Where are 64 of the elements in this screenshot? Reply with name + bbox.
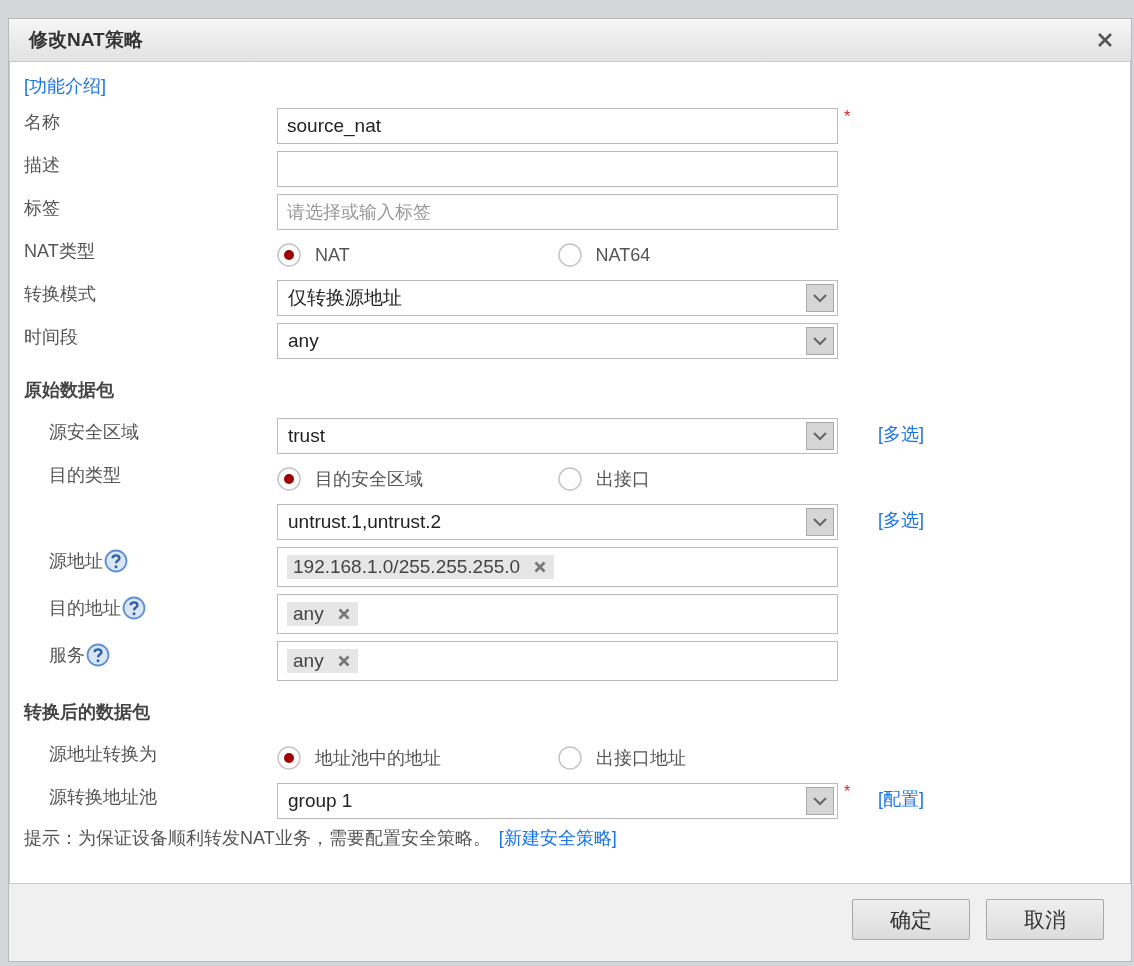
tag-label: any bbox=[293, 650, 324, 672]
field-label: 时间段 bbox=[24, 326, 78, 349]
required-mark: * bbox=[843, 107, 851, 125]
dropdown-field[interactable]: trust bbox=[277, 418, 838, 454]
field-label: 服务 bbox=[49, 644, 85, 667]
multi-select-link[interactable]: [多选] bbox=[878, 510, 924, 530]
chevron-down-icon[interactable] bbox=[806, 284, 834, 312]
dropdown-field[interactable]: any bbox=[277, 323, 838, 359]
dropdown-field[interactable]: untrust.1,untrust.2 bbox=[277, 504, 838, 540]
radio-label: 出接口 bbox=[595, 468, 650, 491]
tag-field[interactable]: any bbox=[277, 641, 838, 681]
radio-button[interactable] bbox=[557, 243, 582, 267]
tag-field[interactable]: 192.168.1.0/255.255.255.0 bbox=[277, 547, 838, 587]
section-title: 原始数据包 bbox=[24, 379, 114, 402]
dialog-title: 修改NAT策略 bbox=[29, 28, 143, 52]
radio-button[interactable] bbox=[557, 746, 582, 770]
field-label: 源地址转换为 bbox=[49, 743, 157, 766]
help-icon[interactable] bbox=[86, 643, 110, 667]
radio-label: NAT bbox=[315, 244, 350, 266]
new-policy-link[interactable]: [新建安全策略] bbox=[498, 826, 617, 850]
radio-label: 出接口地址 bbox=[595, 747, 686, 770]
required-mark: * bbox=[843, 782, 851, 800]
radio-button[interactable] bbox=[277, 243, 301, 267]
remove-icon[interactable] bbox=[337, 655, 350, 667]
chevron-down-icon[interactable] bbox=[806, 422, 834, 450]
chevron-down-icon[interactable] bbox=[806, 508, 834, 536]
field-label: 目的地址 bbox=[49, 597, 121, 620]
multi-select-link[interactable]: [配置] bbox=[878, 789, 924, 809]
radio-label: 地址池中的地址 bbox=[315, 747, 441, 770]
field-label: NAT类型 bbox=[24, 240, 95, 263]
field-label: 源安全区域 bbox=[49, 421, 139, 444]
dialog-button[interactable]: 取消 bbox=[986, 899, 1104, 940]
field-label: 名称 bbox=[24, 111, 60, 134]
multi-select-link[interactable]: [多选] bbox=[878, 424, 924, 444]
radio-button[interactable] bbox=[557, 467, 582, 491]
field-label: 源转换地址池 bbox=[49, 786, 157, 809]
intro-link[interactable]: [功能介绍] bbox=[24, 74, 106, 98]
dialog-button[interactable]: 确定 bbox=[852, 899, 970, 940]
field-label: 描述 bbox=[24, 154, 60, 177]
field-label: 源地址 bbox=[49, 550, 103, 573]
chevron-down-icon[interactable] bbox=[806, 327, 834, 355]
text-field[interactable] bbox=[277, 151, 838, 187]
tag-label: any bbox=[293, 603, 324, 625]
radio-button[interactable] bbox=[277, 467, 301, 491]
tag-label: 192.168.1.0/255.255.255.0 bbox=[293, 556, 521, 578]
help-icon[interactable] bbox=[104, 549, 128, 573]
field-label: 转换模式 bbox=[24, 283, 96, 306]
field-label: 目的类型 bbox=[49, 464, 121, 487]
radio-label: NAT64 bbox=[595, 244, 651, 266]
radio-button[interactable] bbox=[277, 746, 301, 770]
tag-field[interactable]: any bbox=[277, 594, 838, 634]
remove-icon[interactable] bbox=[337, 608, 350, 620]
close-icon[interactable] bbox=[1097, 32, 1113, 48]
text-field[interactable]: 请选择或输入标签 bbox=[277, 194, 838, 230]
help-icon[interactable] bbox=[122, 596, 146, 620]
hint-text: 提示：为保证设备顺利转发NAT业务，需要配置安全策略。 bbox=[24, 827, 491, 850]
section-title: 转换后的数据包 bbox=[24, 701, 150, 724]
radio-label: 目的安全区域 bbox=[315, 468, 423, 491]
text-field[interactable]: source_nat bbox=[277, 108, 838, 144]
dropdown-field[interactable]: group 1 bbox=[277, 783, 838, 819]
chevron-down-icon[interactable] bbox=[806, 787, 834, 815]
remove-icon[interactable] bbox=[534, 561, 547, 573]
field-label: 标签 bbox=[24, 197, 60, 220]
dropdown-field[interactable]: 仅转换源地址 bbox=[277, 280, 838, 316]
